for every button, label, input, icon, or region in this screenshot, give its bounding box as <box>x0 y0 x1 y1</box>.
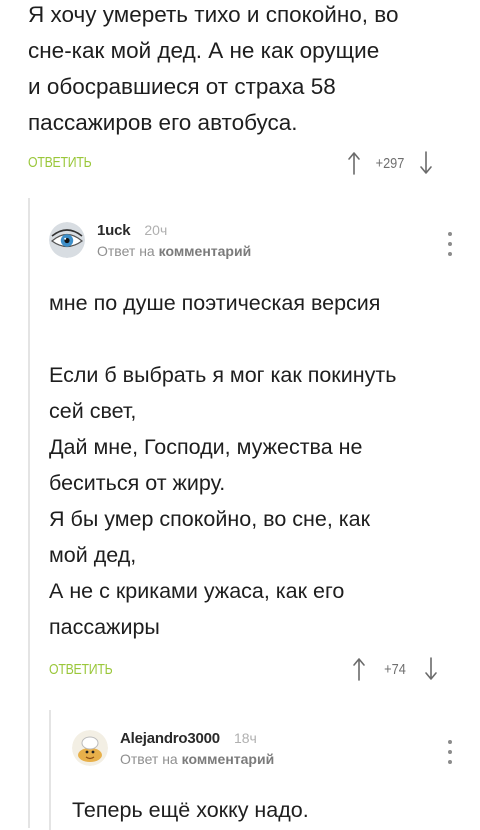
more-vertical-icon[interactable] <box>445 232 455 256</box>
avatar[interactable] <box>72 730 108 766</box>
comment-2-vote: +74 <box>349 656 441 682</box>
comment-2-line: Если б выбрать я мог как покинуть <box>49 363 397 387</box>
more-vertical-icon[interactable] <box>445 740 455 764</box>
comment-1-rating: +297 <box>375 154 405 172</box>
reply-to-target-link[interactable]: комментарий <box>159 243 252 259</box>
comment-3-reply-to: Ответ на комментарий <box>120 751 274 767</box>
reply-to-prefix: Ответ на <box>120 751 178 767</box>
comment-3-text: Теперь ещё хокку надо. <box>72 792 472 828</box>
comment-1-line: и обосравшиеся от страха 58 <box>28 74 336 99</box>
arrow-up-icon[interactable] <box>349 656 369 682</box>
comment-2-reply-to: Ответ на комментарий <box>97 243 251 259</box>
arrow-up-icon[interactable] <box>344 150 364 176</box>
comment-2-paragraph: мне по душе поэтическая версия <box>49 291 381 315</box>
comment-2-line: Я бы умер спокойно, во сне, как <box>49 507 371 531</box>
comment-3-time: 18ч <box>233 730 257 746</box>
avatar[interactable] <box>49 222 85 258</box>
comment-1-reply-button[interactable]: ОТВЕТИТЬ <box>28 154 92 171</box>
thread-branch-line <box>28 198 30 828</box>
reply-to-target-link[interactable]: комментарий <box>182 751 275 767</box>
comment-1-line: сне-как мой дед. А не как орущие <box>28 38 380 63</box>
comment-2-time: 20ч <box>144 222 168 238</box>
comment-2-rating: +74 <box>384 660 406 678</box>
comment-2-line: Дай мне, Господи, мужества не <box>49 435 363 459</box>
comment-2-reply-button[interactable]: ОТВЕТИТЬ <box>49 661 113 678</box>
comment-1-line: пассажиров его автобуса. <box>28 110 298 135</box>
arrow-down-icon[interactable] <box>416 150 436 176</box>
comment-3-line: Теперь ещё хокку надо. <box>72 798 309 822</box>
comment-1-line: Я хочу умереть тихо и спокойно, во <box>28 2 399 27</box>
comment-1-text: Я хочу умереть тихо и спокойно, во сне-к… <box>28 0 468 141</box>
comment-2-line: пассажиры <box>49 615 160 639</box>
comment-2-line: А не с криками ужаса, как его <box>49 579 345 603</box>
thread-branch-line <box>49 710 51 830</box>
comment-1-vote: +297 <box>344 150 436 176</box>
comment-2-line: сей свет, <box>49 399 137 423</box>
comment-3-author[interactable]: Alejandro3000 <box>120 730 220 747</box>
comment-2-text: мне по душе поэтическая версия Если б вы… <box>49 285 469 645</box>
comment-2-line: мой дед, <box>49 543 137 567</box>
arrow-down-icon[interactable] <box>421 656 441 682</box>
comment-2-line: беситься от жиру. <box>49 471 226 495</box>
comment-2-author[interactable]: 1uck <box>97 222 131 239</box>
comment-3-header: Alejandro3000 18ч Ответ на комментарий <box>72 730 274 767</box>
comment-2-header: 1uck 20ч Ответ на комментарий <box>49 222 251 259</box>
reply-to-prefix: Ответ на <box>97 243 155 259</box>
